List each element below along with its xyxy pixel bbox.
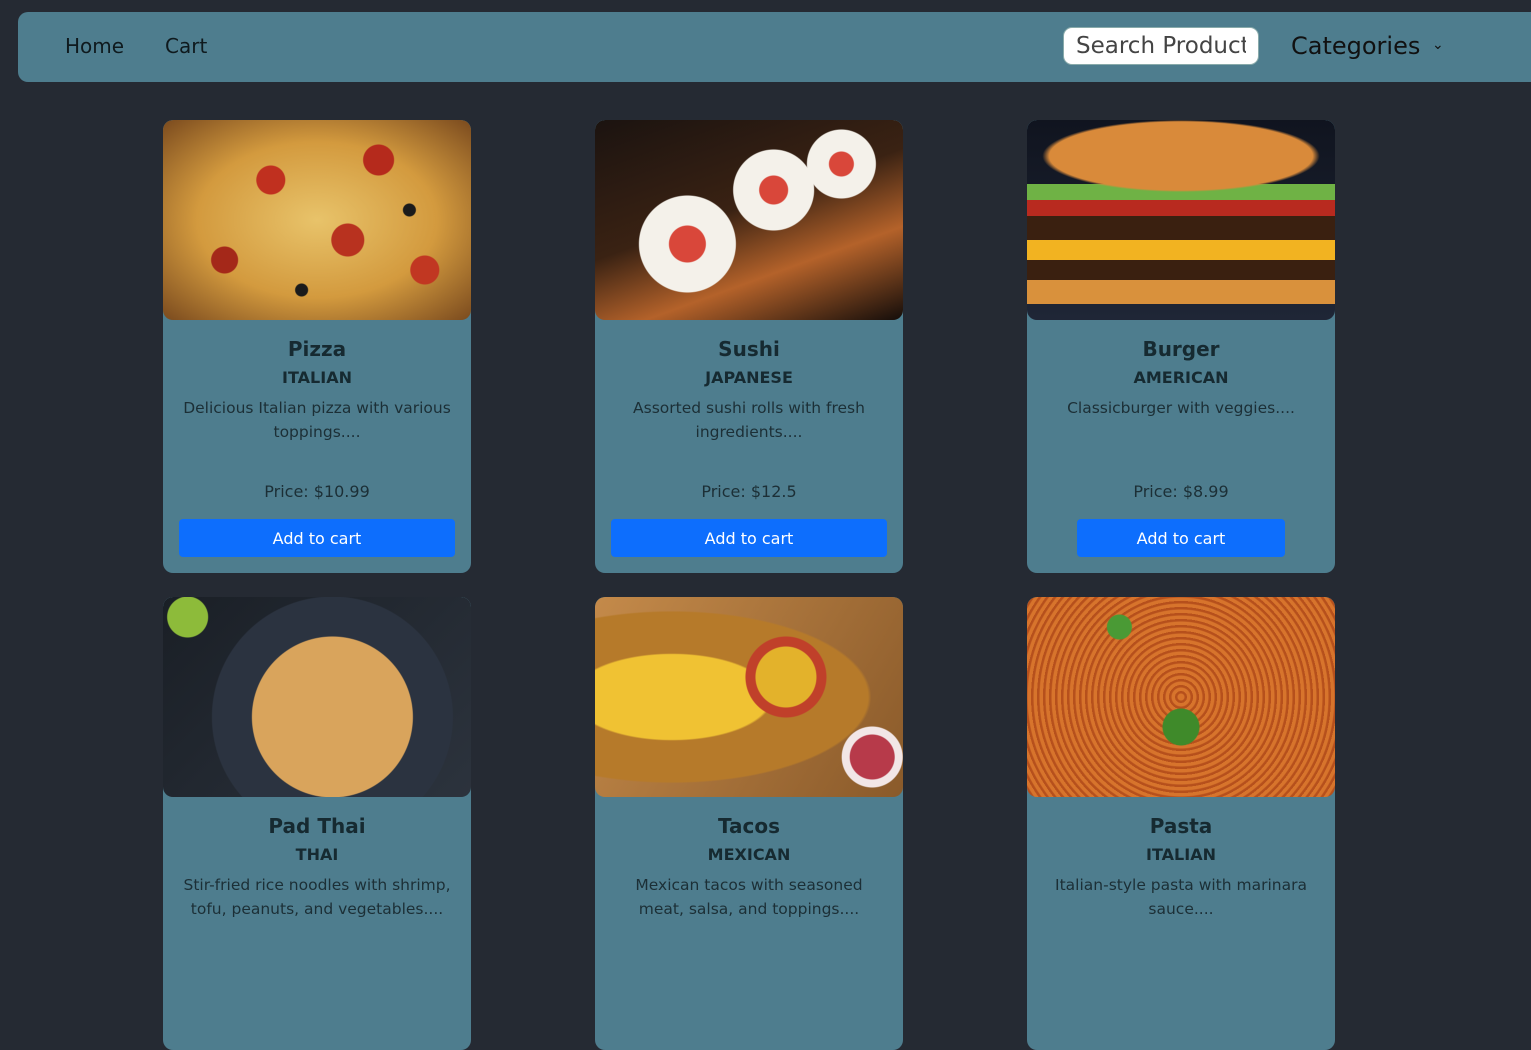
burger-image bbox=[1027, 120, 1335, 320]
product-card-pasta: Pasta ITALIAN Italian-style pasta with m… bbox=[1027, 597, 1335, 1050]
pizza-image bbox=[163, 120, 471, 320]
product-cuisine: MEXICAN bbox=[707, 845, 791, 864]
nav-home-link[interactable]: Home bbox=[65, 34, 124, 58]
product-card-pad-thai: Pad Thai THAI Stir-fried rice noodles wi… bbox=[163, 597, 471, 1050]
chevron-down-icon[interactable]: ⌄ bbox=[1432, 37, 1444, 53]
product-description: Stir-fried rice noodles with shrimp, tof… bbox=[183, 876, 451, 918]
product-title: Burger bbox=[1142, 337, 1220, 361]
product-title: Sushi bbox=[718, 337, 780, 361]
add-to-cart-button[interactable]: Add to cart bbox=[179, 519, 455, 557]
product-cuisine: JAPANESE bbox=[705, 368, 793, 387]
product-description: Classicburger with veggies.... bbox=[1067, 399, 1295, 417]
pasta-image bbox=[1027, 597, 1335, 797]
search-input[interactable] bbox=[1063, 27, 1259, 65]
product-cuisine: ITALIAN bbox=[282, 368, 352, 387]
pad-thai-image bbox=[163, 597, 471, 797]
product-description: Italian-style pasta with marinara sauce.… bbox=[1055, 876, 1307, 918]
tacos-image bbox=[595, 597, 903, 797]
product-card-sushi: Sushi JAPANESE Assorted sushi rolls with… bbox=[595, 120, 903, 573]
product-title: Tacos bbox=[717, 814, 781, 838]
product-description: Assorted sushi rolls with fresh ingredie… bbox=[633, 399, 865, 441]
sushi-image bbox=[595, 120, 903, 320]
categories-dropdown[interactable]: Categories bbox=[1291, 32, 1420, 60]
product-description: Delicious Italian pizza with various top… bbox=[183, 399, 451, 441]
product-price: Price: $10.99 bbox=[264, 482, 370, 501]
product-card-burger: Burger AMERICAN Classicburger with veggi… bbox=[1027, 120, 1335, 573]
navbar: Home Cart Categories ⌄ bbox=[18, 12, 1531, 82]
product-cuisine: AMERICAN bbox=[1133, 368, 1229, 387]
product-title: Pad Thai bbox=[268, 814, 366, 838]
product-cuisine: ITALIAN bbox=[1146, 845, 1216, 864]
product-cuisine: THAI bbox=[295, 845, 339, 864]
add-to-cart-button[interactable]: Add to cart bbox=[1077, 519, 1285, 557]
nav-cart-link[interactable]: Cart bbox=[165, 34, 207, 58]
add-to-cart-button[interactable]: Add to cart bbox=[611, 519, 887, 557]
product-description: Mexican tacos with seasoned meat, salsa,… bbox=[635, 876, 863, 918]
product-title: Pizza bbox=[287, 337, 347, 361]
product-price: Price: $8.99 bbox=[1133, 482, 1229, 501]
product-card-pizza: Pizza ITALIAN Delicious Italian pizza wi… bbox=[163, 120, 471, 573]
product-price: Price: $12.5 bbox=[701, 482, 797, 501]
product-title: Pasta bbox=[1149, 814, 1213, 838]
product-card-tacos: Tacos MEXICAN Mexican tacos with seasone… bbox=[595, 597, 903, 1050]
